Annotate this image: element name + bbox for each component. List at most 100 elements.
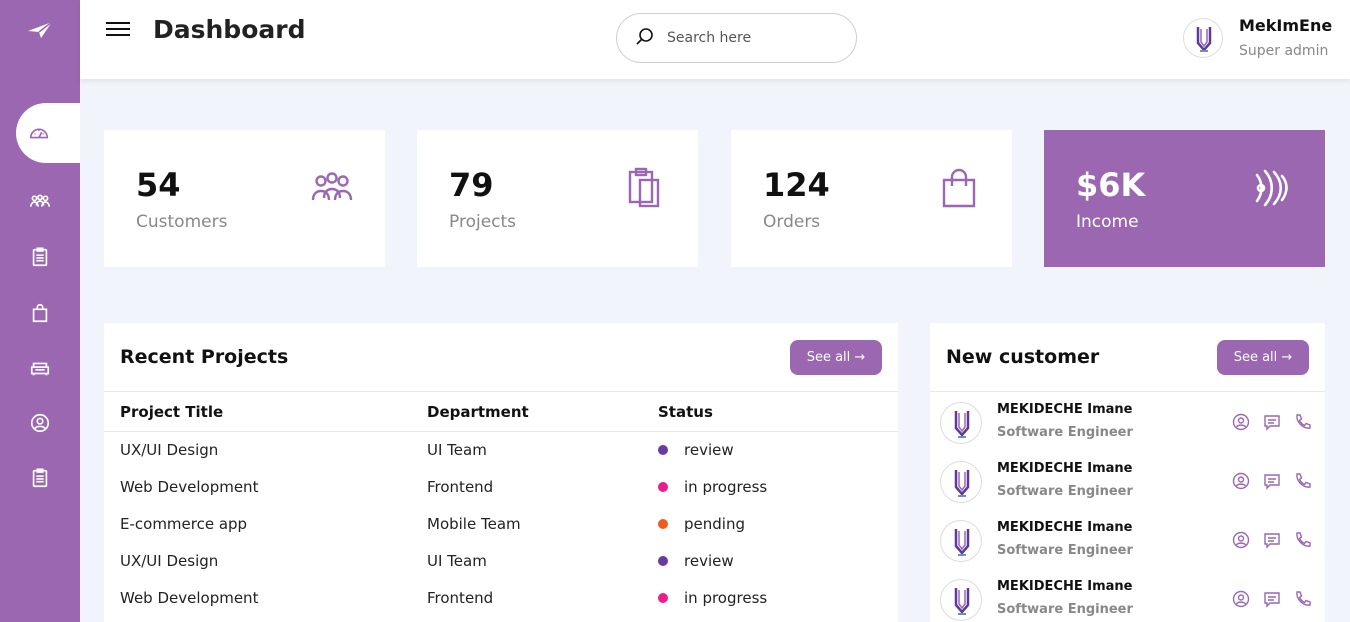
panel-title: New customer bbox=[946, 346, 1100, 368]
customer-role: Software Engineer bbox=[997, 543, 1133, 558]
stat-card-income[interactable]: $6K Income bbox=[1044, 130, 1325, 267]
clipboard-icon bbox=[628, 167, 660, 208]
project-department: Frontend bbox=[427, 588, 494, 607]
table-row[interactable]: UX/UI Design UI Team review bbox=[104, 431, 898, 468]
table-row[interactable]: Web Development Frontend in progress bbox=[104, 579, 898, 616]
stat-label: Customers bbox=[136, 212, 228, 232]
sidebar bbox=[0, 0, 80, 622]
list-item[interactable]: MEKIDECHE Imane Software Engineer bbox=[930, 571, 1325, 622]
table-row[interactable]: Web Development Frontend in progress bbox=[104, 468, 898, 505]
search-input[interactable] bbox=[667, 26, 842, 50]
customer-role: Software Engineer bbox=[997, 484, 1133, 499]
status-dot bbox=[658, 482, 668, 492]
search-icon bbox=[636, 28, 653, 45]
user-role: Super admin bbox=[1239, 43, 1329, 59]
status-text: review bbox=[684, 440, 734, 459]
user-circle-icon[interactable] bbox=[1232, 590, 1250, 608]
panel-header: New customer See all → bbox=[930, 323, 1325, 392]
project-status: in progress bbox=[642, 468, 898, 505]
column-header: Status bbox=[642, 393, 898, 432]
shopping-bag-icon bbox=[942, 168, 976, 208]
phone-icon[interactable] bbox=[1294, 413, 1312, 431]
project-title: Web Development bbox=[120, 477, 259, 496]
see-all-customers-button[interactable]: See all → bbox=[1217, 340, 1309, 375]
user-profile[interactable]: MekImEne Super admin bbox=[1180, 12, 1340, 67]
stat-label: Orders bbox=[763, 212, 821, 232]
project-title: UX/UI Design bbox=[120, 440, 219, 459]
clipboard-icon bbox=[32, 247, 48, 267]
see-all-projects-button[interactable]: See all → bbox=[790, 340, 882, 375]
status-text: pending bbox=[684, 514, 745, 533]
stat-card-customers[interactable]: 54 Customers bbox=[104, 130, 385, 267]
sidebar-item-reports[interactable] bbox=[0, 456, 80, 500]
stat-card-projects[interactable]: 79 Projects bbox=[417, 130, 698, 267]
list-item[interactable]: MEKIDECHE Imane Software Engineer bbox=[930, 512, 1325, 571]
stat-value: 54 bbox=[136, 166, 181, 204]
project-department: UI Team bbox=[427, 551, 487, 570]
menu-toggle-button[interactable] bbox=[106, 18, 130, 40]
page-title: Dashboard bbox=[153, 15, 306, 44]
user-name: MekImEne bbox=[1239, 16, 1333, 35]
sidebar-item-orders[interactable] bbox=[0, 291, 80, 335]
sidebar-item-dashboard[interactable] bbox=[16, 103, 80, 163]
new-customer-panel: New customer See all → MEKIDECHE Imane S… bbox=[930, 323, 1325, 622]
sidebar-item-products[interactable] bbox=[0, 346, 80, 390]
status-dot bbox=[658, 593, 668, 603]
table-row[interactable]: E-commerce app Mobile Team pending bbox=[104, 505, 898, 542]
stat-value: $6K bbox=[1076, 166, 1146, 204]
phone-icon[interactable] bbox=[1294, 590, 1312, 608]
message-icon[interactable] bbox=[1263, 413, 1281, 431]
sidebar-item-profile[interactable] bbox=[0, 401, 80, 445]
stat-value: 124 bbox=[763, 166, 830, 204]
dashboard-gauge-icon bbox=[29, 128, 49, 139]
avatar bbox=[940, 579, 982, 621]
status-text: review bbox=[684, 551, 734, 570]
projects-table: Project Title Department Status UX/UI De… bbox=[104, 393, 898, 616]
customer-name: MEKIDECHE Imane bbox=[997, 402, 1133, 417]
users-icon bbox=[30, 194, 50, 207]
customer-role: Software Engineer bbox=[997, 425, 1133, 440]
project-department: UI Team bbox=[427, 440, 487, 459]
project-title: UX/UI Design bbox=[120, 551, 219, 570]
column-header: Department bbox=[411, 393, 642, 432]
project-title: E-commerce app bbox=[120, 514, 248, 533]
status-text: in progress bbox=[684, 477, 768, 496]
panel-header: Recent Projects See all → bbox=[104, 323, 898, 392]
avatar bbox=[940, 461, 982, 503]
project-title: Web Development bbox=[120, 588, 259, 607]
list-item[interactable]: MEKIDECHE Imane Software Engineer bbox=[930, 453, 1325, 512]
stat-value: 79 bbox=[449, 166, 494, 204]
shopping-bag-icon bbox=[32, 303, 48, 323]
phone-icon[interactable] bbox=[1294, 472, 1312, 490]
message-icon[interactable] bbox=[1263, 472, 1281, 490]
stat-card-orders[interactable]: 124 Orders bbox=[731, 130, 1012, 267]
column-header: Project Title bbox=[104, 393, 411, 432]
table-header-row: Project Title Department Status bbox=[104, 393, 898, 432]
stat-label: Income bbox=[1076, 212, 1139, 232]
sofa-icon bbox=[30, 362, 50, 376]
stat-label: Projects bbox=[449, 212, 517, 232]
status-text: in progress bbox=[684, 588, 768, 607]
message-icon[interactable] bbox=[1263, 590, 1281, 608]
search-box[interactable] bbox=[616, 13, 857, 63]
status-dot bbox=[658, 445, 668, 456]
customer-role: Software Engineer bbox=[997, 602, 1133, 617]
user-circle-icon[interactable] bbox=[1232, 413, 1250, 431]
table-row[interactable]: UX/UI Design UI Team review bbox=[104, 542, 898, 579]
user-circle-icon[interactable] bbox=[1232, 472, 1250, 490]
project-status: review bbox=[642, 431, 898, 468]
message-icon[interactable] bbox=[1263, 531, 1281, 549]
status-dot bbox=[658, 519, 668, 529]
customer-name: MEKIDECHE Imane bbox=[997, 461, 1133, 476]
avatar bbox=[1183, 18, 1223, 58]
user-circle-icon[interactable] bbox=[1232, 531, 1250, 549]
list-item[interactable]: MEKIDECHE Imane Software Engineer bbox=[930, 394, 1325, 453]
paper-plane-icon[interactable] bbox=[27, 20, 53, 40]
sidebar-item-customers[interactable] bbox=[0, 180, 80, 224]
customer-name: MEKIDECHE Imane bbox=[997, 520, 1133, 535]
wave-icon bbox=[1255, 169, 1288, 207]
project-status: review bbox=[642, 542, 898, 579]
sidebar-item-projects[interactable] bbox=[0, 235, 80, 279]
users-icon bbox=[311, 172, 353, 201]
phone-icon[interactable] bbox=[1294, 531, 1312, 549]
